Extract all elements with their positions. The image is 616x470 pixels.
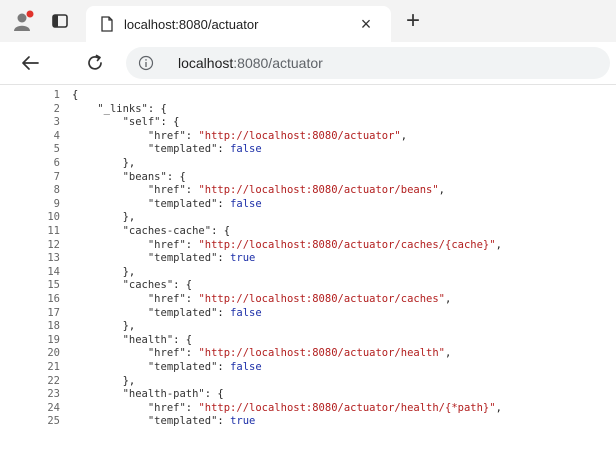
code-text: "templated": false: [147, 143, 262, 156]
code-text: "href": "http://localhost:8080/actuator/…: [147, 238, 502, 251]
line-number: 25: [47, 415, 60, 428]
address-bar[interactable]: localhost:8080/actuator: [126, 47, 610, 79]
line-number: 21: [47, 361, 60, 373]
code-text: },: [72, 265, 136, 278]
code-text: "_links": {: [97, 102, 167, 115]
line-number: 24: [47, 401, 60, 414]
line-number: 19: [47, 333, 60, 346]
line-number: 4: [53, 129, 60, 142]
line-number: 22: [47, 374, 60, 387]
code-text: },: [72, 374, 136, 387]
line-number: 3: [53, 116, 60, 129]
line-number: 20: [47, 347, 60, 360]
code-text: "health": {: [122, 333, 193, 346]
close-icon[interactable]: ×: [356, 14, 376, 34]
line-number: 11: [47, 225, 60, 237]
line-number: 12: [47, 238, 60, 251]
url-text[interactable]: localhost:8080/actuator: [178, 55, 323, 71]
code-text: "href": "http://localhost:8080/actuator/…: [147, 293, 452, 305]
url-path: :8080/actuator: [233, 55, 323, 71]
line-number: 23: [47, 388, 60, 401]
line-number: 1: [53, 89, 60, 101]
line-number: 2: [53, 102, 60, 115]
code-text: "templated": false: [147, 306, 262, 319]
code-text: },: [72, 211, 136, 224]
code-text: "health-path": {: [122, 388, 224, 401]
line-number: 9: [53, 197, 60, 210]
browser-toolbar: localhost:8080/actuator: [0, 42, 616, 85]
line-number: 14: [47, 265, 60, 278]
line-number: 17: [47, 306, 60, 319]
code-text: "href": "http://localhost:8080/actuator/…: [147, 184, 445, 197]
page-icon: [100, 16, 114, 32]
json-viewer: 1 {2 "_links": { 3 "self": { 4 "href": "htt…: [0, 85, 616, 470]
code-text: "templated": false: [147, 197, 262, 210]
line-number: 6: [53, 157, 60, 169]
code-text: },: [72, 320, 136, 333]
line-number: 5: [53, 143, 60, 156]
code-text: "caches": {: [122, 279, 193, 292]
code-text: "href": "http://localhost:8080/actuator"…: [147, 129, 408, 142]
code-text: "href": "http://localhost:8080/actuator/…: [147, 347, 452, 360]
code-text: "caches-cache": {: [122, 225, 231, 237]
code-text: },: [72, 157, 136, 169]
url-host: localhost: [178, 55, 234, 71]
line-number: 18: [47, 320, 60, 333]
info-icon[interactable]: [138, 55, 154, 71]
tab-actuator[interactable]: localhost:8080/actuator ×: [86, 6, 391, 42]
new-tab-icon[interactable]: +: [402, 9, 424, 33]
line-number: 15: [47, 279, 60, 292]
line-number: 7: [53, 170, 60, 183]
code-text: "templated": true: [147, 415, 256, 428]
code-text: "beans": {: [122, 170, 186, 183]
code-text: "self": {: [122, 116, 180, 129]
tab-strip: localhost:8080/actuator × +: [0, 0, 616, 42]
line-number: 10: [47, 211, 60, 224]
profile-icon[interactable]: [12, 10, 34, 32]
back-arrow-icon[interactable]: [19, 52, 41, 74]
tab-actions-icon[interactable]: [50, 11, 70, 31]
reload-icon[interactable]: [84, 52, 106, 74]
tab-title: localhost:8080/actuator: [124, 17, 259, 32]
line-number: 16: [47, 293, 60, 305]
code-text: "href": "http://localhost:8080/actuator/…: [147, 401, 502, 414]
code-text: "templated": true: [147, 252, 256, 265]
line-number: 8: [53, 184, 60, 197]
code-text: {: [72, 89, 79, 101]
code-text: "templated": false: [147, 361, 262, 373]
line-number: 13: [47, 252, 60, 265]
